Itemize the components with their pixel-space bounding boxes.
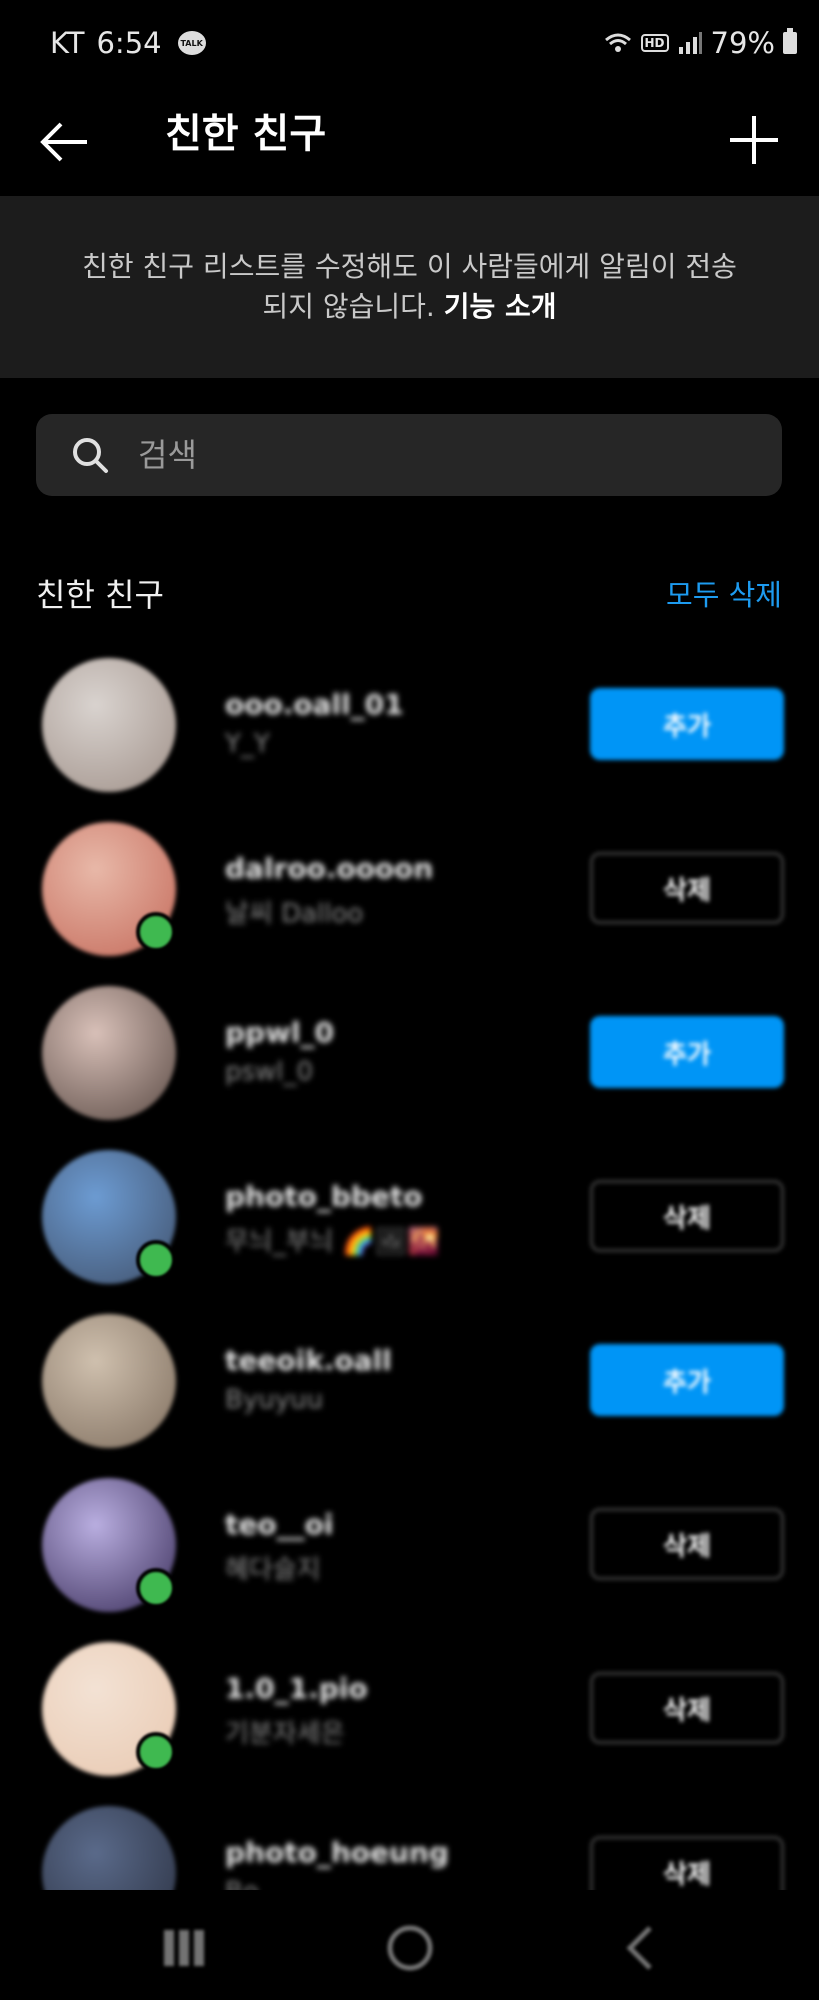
- user-info: 1.0_1.pio 기분자세은: [225, 1672, 368, 1750]
- full-name: Byuyuu: [225, 1385, 324, 1415]
- friend-action-button[interactable]: 추가: [590, 1016, 784, 1088]
- page-title: 친한 친구: [165, 111, 327, 157]
- battery-icon: [783, 28, 797, 54]
- status-bar: KT 6:54 TALK HD 79%: [0, 0, 819, 88]
- wifi-icon: [604, 33, 631, 52]
- recent-apps-icon: [164, 1930, 204, 1966]
- clock: 6:54: [96, 26, 162, 60]
- home-icon: [387, 1925, 433, 1971]
- username[interactable]: photo_hoeung: [225, 1836, 449, 1869]
- friend-action-button[interactable]: 삭제: [590, 1180, 784, 1252]
- friend-action-button[interactable]: 삭제: [590, 852, 784, 924]
- list-item[interactable]: ppwl_0 pswl_0 추가: [0, 978, 819, 1142]
- list-item[interactable]: photo_hoeung Bo___ 삭제: [0, 1798, 819, 1890]
- list-item[interactable]: ooo.oall_01 Y_Y 추가: [0, 650, 819, 814]
- full-name: 혜다슬지: [225, 1555, 321, 1585]
- list-item[interactable]: teeoik.oall Byuyuu 추가: [0, 1306, 819, 1470]
- carrier-label: KT: [50, 26, 85, 60]
- friend-action-button[interactable]: 삭제: [590, 1508, 784, 1580]
- search-input[interactable]: [136, 435, 700, 475]
- hd-voice-icon: HD: [640, 34, 669, 52]
- online-status-icon: [136, 1568, 176, 1608]
- user-info: teo__oi 혜다슬지: [225, 1508, 333, 1586]
- friend-list[interactable]: ooo.oall_01 Y_Y 추가 dalroo.oooon 날씨 Dallo…: [0, 650, 819, 1890]
- full-name: Bo___: [225, 1877, 449, 1890]
- system-back-button[interactable]: [612, 1920, 672, 1976]
- kakaotalk-icon: TALK: [177, 31, 206, 55]
- username[interactable]: teeoik.oall: [225, 1344, 392, 1377]
- friend-action-button[interactable]: 삭제: [590, 1672, 784, 1744]
- username[interactable]: dalroo.oooon: [225, 852, 433, 885]
- battery-percent: 79%: [710, 26, 775, 60]
- search-icon: [73, 438, 108, 473]
- full-name: 무늬_부늬 🌈🖼🌇: [225, 1227, 440, 1257]
- list-item[interactable]: photo_bbeto 무늬_부늬 🌈🖼🌇 삭제: [0, 1142, 819, 1306]
- user-info: teeoik.oall Byuyuu: [225, 1344, 392, 1415]
- learn-more-link[interactable]: 기능 소개: [444, 290, 557, 323]
- friend-action-button[interactable]: 추가: [590, 688, 784, 760]
- signal-icon: [678, 32, 702, 54]
- user-info: photo_bbeto 무늬_부늬 🌈🖼🌇: [225, 1180, 440, 1258]
- system-nav-bar: [0, 1890, 819, 2000]
- avatar[interactable]: [42, 658, 176, 792]
- section-title: 친한 친구: [36, 576, 164, 614]
- arrow-left-icon: [40, 122, 87, 161]
- header: 친한 친구: [0, 88, 819, 196]
- back-button[interactable]: [30, 108, 100, 178]
- status-left: KT 6:54 TALK: [50, 26, 206, 60]
- friend-action-button[interactable]: 추가: [590, 1344, 784, 1416]
- avatar[interactable]: [42, 1806, 176, 1890]
- list-item[interactable]: dalroo.oooon 날씨 Dalloo 삭제: [0, 814, 819, 978]
- info-banner: 친한 친구 리스트를 수정해도 이 사람들에게 알림이 전송되지 않습니다. 기…: [0, 196, 819, 378]
- full-name: pswl_0: [225, 1057, 314, 1087]
- online-status-icon: [136, 1732, 176, 1772]
- chevron-left-icon: [626, 1926, 652, 1970]
- full-name: Y_Y: [225, 729, 270, 759]
- online-status-icon: [136, 1240, 176, 1280]
- avatar[interactable]: [42, 1314, 176, 1448]
- info-message: 친한 친구 리스트를 수정해도 이 사람들에게 알림이 전송되지 않습니다.: [82, 250, 737, 323]
- full-name: 기분자세은: [225, 1719, 345, 1749]
- list-item[interactable]: teo__oi 혜다슬지 삭제: [0, 1470, 819, 1634]
- list-item[interactable]: 1.0_1.pio 기분자세은 삭제: [0, 1634, 819, 1798]
- add-friend-button[interactable]: [719, 106, 789, 176]
- plus-icon: [730, 115, 778, 164]
- full-name: 날씨 Dalloo: [225, 899, 364, 929]
- recent-apps-button[interactable]: [154, 1920, 214, 1976]
- username[interactable]: ooo.oall_01: [225, 688, 404, 721]
- info-text: 친한 친구 리스트를 수정해도 이 사람들에게 알림이 전송되지 않습니다. 기…: [80, 247, 740, 327]
- user-info: ppwl_0 pswl_0: [225, 1016, 334, 1087]
- friend-action-button[interactable]: 삭제: [590, 1836, 784, 1890]
- user-info: dalroo.oooon 날씨 Dalloo: [225, 852, 433, 930]
- username[interactable]: teo__oi: [225, 1508, 333, 1541]
- search-bar[interactable]: [36, 414, 782, 496]
- username[interactable]: ppwl_0: [225, 1016, 334, 1049]
- section-header: 친한 친구 모두 삭제: [36, 570, 782, 616]
- home-button[interactable]: [380, 1920, 440, 1976]
- username[interactable]: photo_bbeto: [225, 1180, 440, 1213]
- username[interactable]: 1.0_1.pio: [225, 1672, 368, 1705]
- online-status-icon: [136, 912, 176, 952]
- status-right: HD 79%: [603, 26, 797, 60]
- avatar[interactable]: [42, 986, 176, 1120]
- user-info: photo_hoeung Bo___: [225, 1836, 449, 1890]
- remove-all-button[interactable]: 모두 삭제: [666, 572, 782, 614]
- user-info: ooo.oall_01 Y_Y: [225, 688, 404, 759]
